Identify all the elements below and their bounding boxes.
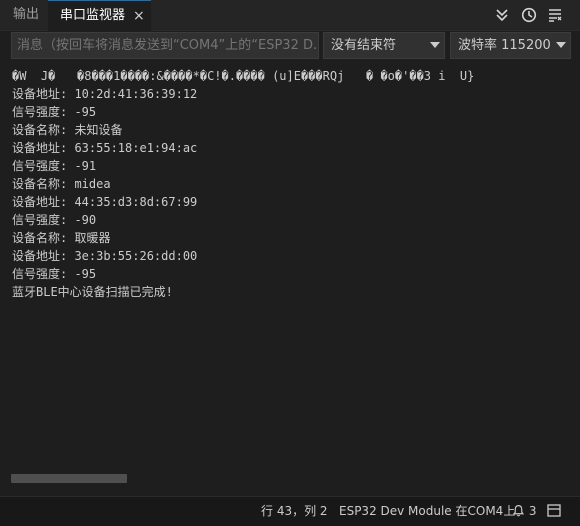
notification-count: 3 [528, 504, 537, 518]
baud-rate-select[interactable]: 波特率 115200 [450, 32, 571, 59]
baud-rate-value: 波特率 115200 [458, 38, 551, 53]
status-bar: 行 43，列 2 ESP32 Dev Module 在COM4上 3 [0, 496, 580, 526]
tab-output[interactable]: 输出 [13, 0, 39, 30]
clock-icon[interactable] [521, 7, 537, 23]
serial-line: 信号强度: -95 [12, 267, 97, 281]
serial-line: 设备地址: 10:2d:41:36:39:12 [12, 87, 198, 101]
chevron-down-icon [430, 42, 440, 48]
serial-line: 设备地址: 3e:3b:55:26:dd:00 [12, 249, 198, 263]
list-icon[interactable] [547, 7, 563, 23]
serial-line: 蓝牙BLE中心设备扫描已完成! [12, 285, 173, 299]
serial-line: 设备地址: 63:55:18:e1:94:ac [12, 141, 198, 155]
serial-output[interactable]: �W J� �8���1����:&����*�C!�.���� (u]E���… [0, 66, 580, 496]
horizontal-scrollbar[interactable] [11, 474, 127, 483]
serial-line: 设备名称: 未知设备 [12, 123, 123, 137]
serial-line: �W J� �8���1����:&����*�C!�.���� (u]E���… [12, 69, 475, 83]
panel-tab-bar: 输出 串口监视器 × [0, 0, 580, 31]
tab-serial-monitor-label: 串口监视器 [60, 8, 126, 23]
serial-controls: 没有结束符 波特率 115200 [0, 31, 580, 63]
tab-serial-monitor[interactable]: 串口监视器 × [48, 0, 151, 31]
layout-panel-icon[interactable] [547, 504, 561, 517]
message-input[interactable] [11, 32, 319, 59]
chevron-down-icon [556, 42, 566, 48]
chevron-double-down-icon[interactable] [494, 7, 510, 23]
line-ending-select[interactable]: 没有结束符 [323, 32, 445, 59]
notifications-button[interactable]: 3 [512, 497, 536, 525]
serial-line: 信号强度: -91 [12, 159, 97, 173]
serial-line: 设备名称: midea [12, 177, 111, 191]
serial-line: 设备地址: 44:35:d3:8d:67:99 [12, 195, 198, 209]
serial-line: 信号强度: -95 [12, 105, 97, 119]
line-ending-value: 没有结束符 [331, 38, 397, 53]
serial-line: 设备名称: 取暖器 [12, 231, 111, 245]
close-icon[interactable]: × [133, 1, 145, 31]
bell-icon [512, 505, 525, 517]
serial-line: 信号强度: -90 [12, 213, 97, 227]
cursor-position[interactable]: 行 43，列 2 [261, 497, 328, 525]
board-port-status[interactable]: ESP32 Dev Module 在COM4上 [339, 497, 515, 525]
